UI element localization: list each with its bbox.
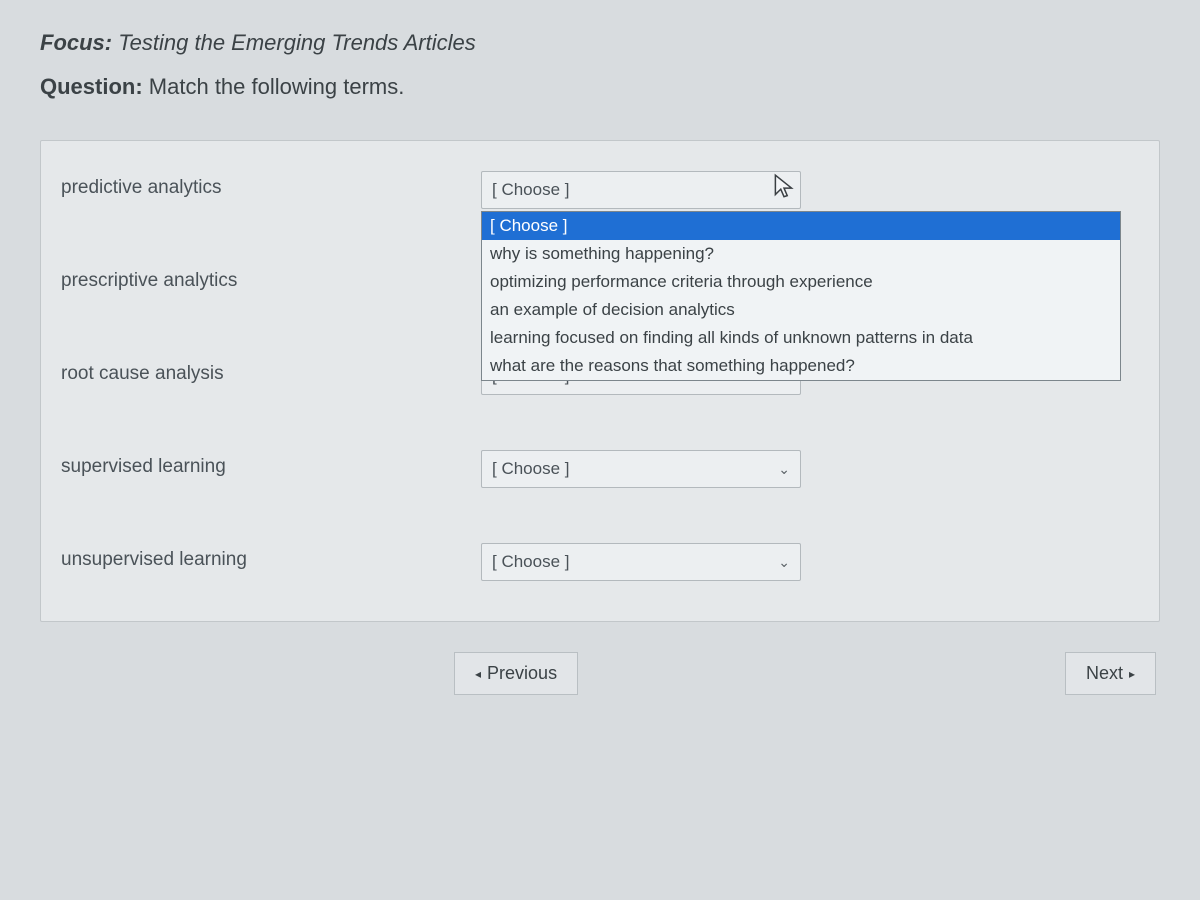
previous-button[interactable]: ◂ Previous <box>454 652 578 695</box>
question-line: Question: Match the following terms. <box>40 74 1160 100</box>
select-value: [ Choose ] <box>492 552 570 572</box>
focus-label: Focus: <box>40 30 112 55</box>
select-wrap: [ Choose ] [ Choose ] why is something h… <box>481 171 801 209</box>
next-label: Next <box>1086 663 1123 684</box>
dropdown-option[interactable]: optimizing performance criteria through … <box>482 268 1120 296</box>
select-wrap: [ Choose ] ⌄ <box>481 450 801 488</box>
term-label: supervised learning <box>61 450 481 478</box>
triangle-right-icon: ▸ <box>1129 667 1135 681</box>
matching-panel: predictive analytics [ Choose ] [ Choose… <box>40 140 1160 622</box>
term-label: unsupervised learning <box>61 543 481 571</box>
term-label: root cause analysis <box>61 357 481 385</box>
select-value: [ Choose ] <box>492 180 570 200</box>
dropdown-option[interactable]: why is something happening? <box>482 240 1120 268</box>
select-unsupervised-learning[interactable]: [ Choose ] ⌄ <box>481 543 801 581</box>
question-text: Match the following terms. <box>149 74 405 99</box>
match-row: unsupervised learning [ Choose ] ⌄ <box>61 543 1139 581</box>
dropdown-menu: [ Choose ] why is something happening? o… <box>481 211 1121 381</box>
next-button[interactable]: Next ▸ <box>1065 652 1156 695</box>
chevron-down-icon: ⌄ <box>778 461 790 478</box>
question-label: Question: <box>40 74 143 99</box>
focus-line: Focus: Testing the Emerging Trends Artic… <box>40 30 1160 56</box>
match-row: supervised learning [ Choose ] ⌄ <box>61 450 1139 488</box>
select-supervised-learning[interactable]: [ Choose ] ⌄ <box>481 450 801 488</box>
dropdown-option[interactable]: an example of decision analytics <box>482 296 1120 324</box>
triangle-left-icon: ◂ <box>475 667 481 681</box>
term-label: prescriptive analytics <box>61 264 481 292</box>
nav-row: ◂ Previous Next ▸ <box>40 652 1160 695</box>
dropdown-option[interactable]: [ Choose ] <box>482 212 1120 240</box>
cursor-icon <box>773 173 795 201</box>
previous-label: Previous <box>487 663 557 684</box>
select-predictive-analytics[interactable]: [ Choose ] <box>481 171 801 209</box>
term-label: predictive analytics <box>61 171 481 199</box>
match-row: predictive analytics [ Choose ] [ Choose… <box>61 171 1139 209</box>
dropdown-option[interactable]: learning focused on finding all kinds of… <box>482 324 1120 352</box>
select-wrap: [ Choose ] ⌄ <box>481 543 801 581</box>
focus-text: Testing the Emerging Trends Articles <box>118 30 475 55</box>
chevron-down-icon: ⌄ <box>778 554 790 571</box>
select-value: [ Choose ] <box>492 459 570 479</box>
dropdown-option[interactable]: what are the reasons that something happ… <box>482 352 1120 380</box>
